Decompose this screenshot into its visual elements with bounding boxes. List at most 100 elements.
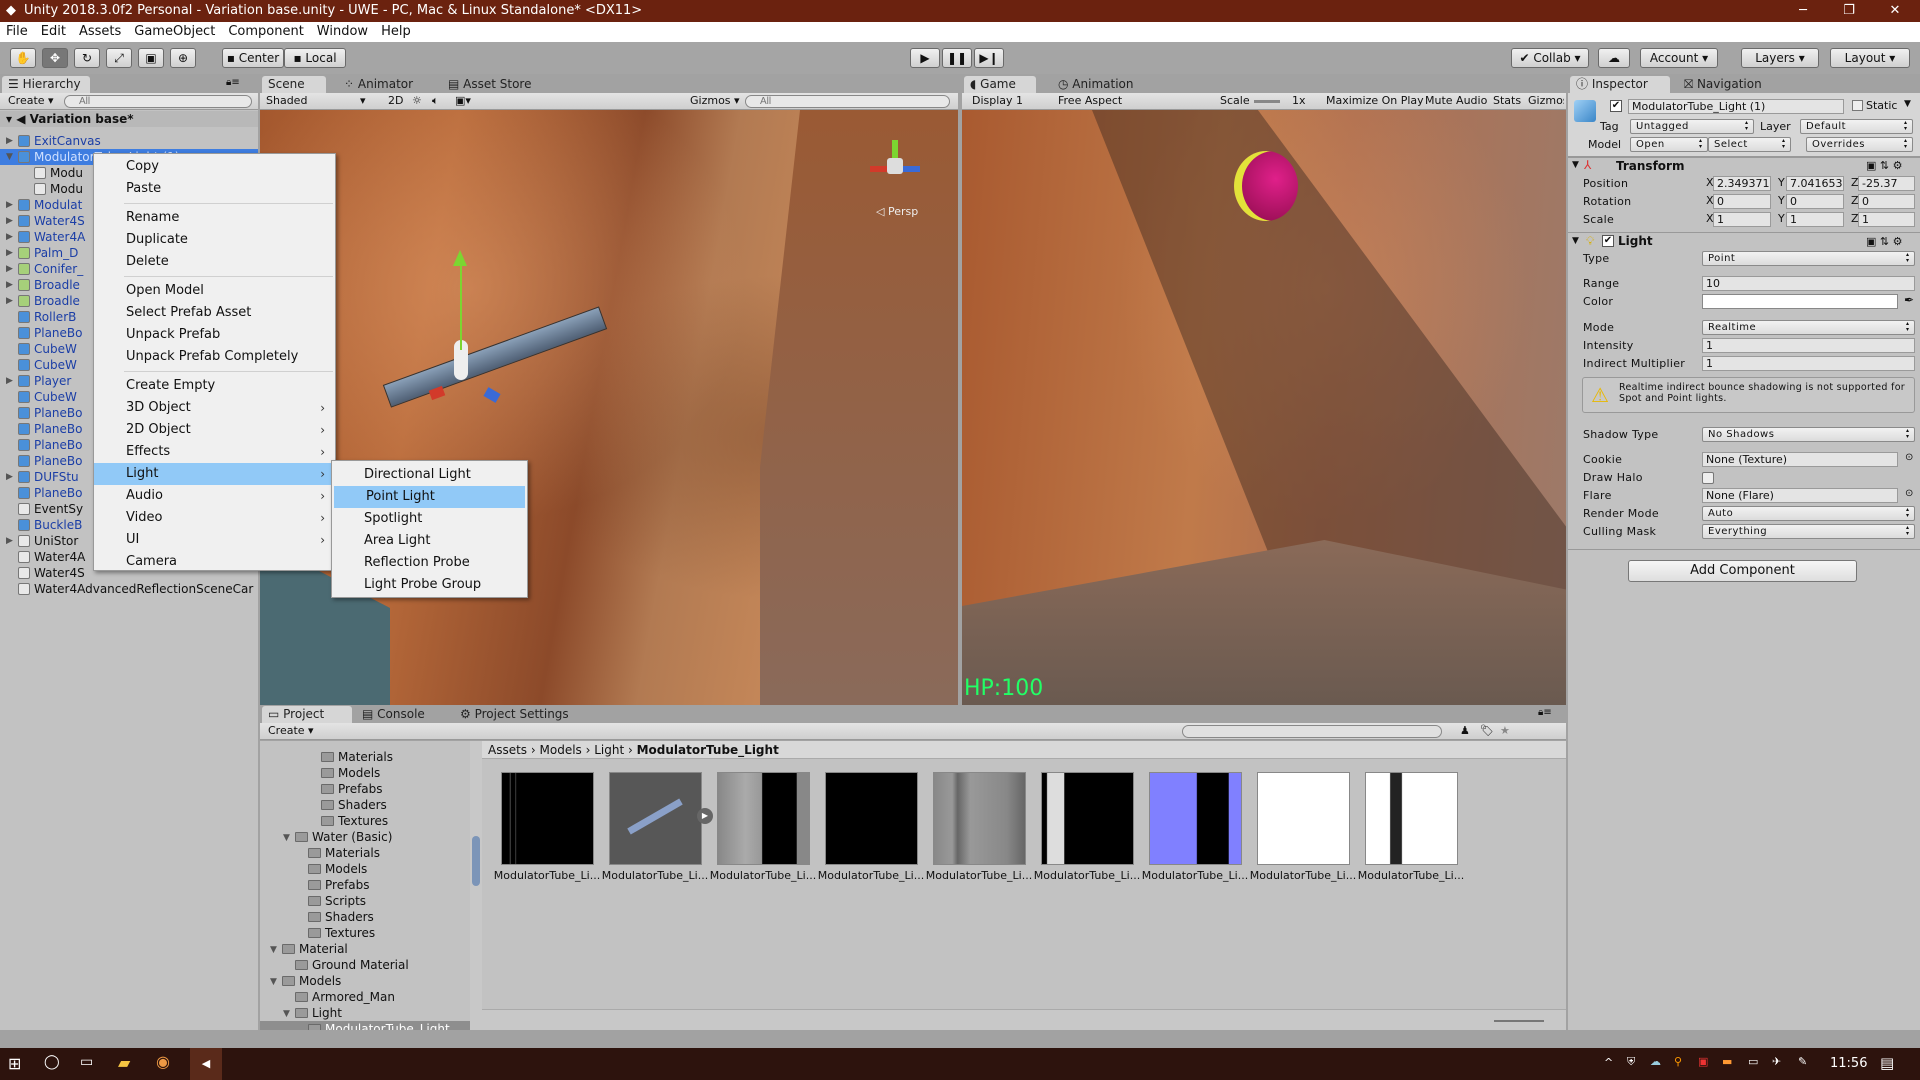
menu-window[interactable]: Window bbox=[317, 22, 368, 42]
expand-down-icon[interactable]: ▼ bbox=[283, 1006, 290, 1022]
submenu-item[interactable]: Point Light bbox=[334, 486, 525, 508]
collab-button[interactable]: ✔ Collab ▾ bbox=[1511, 48, 1589, 68]
cookie-field[interactable]: None (Texture) bbox=[1702, 452, 1898, 467]
expand-down-icon[interactable]: ▼ bbox=[270, 942, 277, 958]
context-menu-item[interactable]: Unpack Prefab Completely bbox=[94, 346, 335, 368]
gizmos-dropdown[interactable]: Gizmos ▾ bbox=[690, 93, 740, 109]
context-menu-item[interactable]: Unpack Prefab bbox=[94, 324, 335, 346]
gizmo-y-arrow-icon[interactable] bbox=[453, 250, 467, 266]
context-menu-item[interactable]: Camera bbox=[94, 551, 335, 573]
close-button[interactable]: ✕ bbox=[1872, 0, 1918, 22]
overrides-dropdown[interactable]: Overrides bbox=[1806, 137, 1913, 152]
audio-toggle-icon[interactable]: 🔈︎ bbox=[432, 93, 439, 109]
cloud-icon[interactable]: ☁ bbox=[1598, 48, 1630, 68]
asset-thumbnail[interactable] bbox=[1257, 772, 1350, 865]
context-menu-item[interactable]: Copy bbox=[94, 156, 335, 178]
folder-tree-scrollbar[interactable] bbox=[470, 741, 482, 1030]
asset-thumbnail[interactable] bbox=[933, 772, 1026, 865]
project-folder-item[interactable]: Materials bbox=[260, 749, 470, 765]
project-folder-item[interactable]: ▼ Material bbox=[260, 941, 470, 957]
favorites-icon[interactable]: ★ bbox=[1500, 723, 1510, 739]
tab-animation[interactable]: ◷ Animation bbox=[1052, 76, 1152, 93]
tab-hierarchy[interactable]: ☰ Hierarchy bbox=[2, 76, 90, 93]
project-folder-item[interactable]: Shaders bbox=[260, 909, 470, 925]
filter-by-type-icon[interactable]: ♟ bbox=[1460, 723, 1470, 739]
transform-foldout-icon[interactable]: ▼ bbox=[1572, 160, 1579, 170]
cortana-icon[interactable]: ◯ bbox=[44, 1054, 60, 1070]
scene-search-input[interactable] bbox=[745, 95, 950, 108]
windows-start-icon[interactable]: ⊞ bbox=[8, 1054, 21, 1073]
tab-console[interactable]: ▤ Console bbox=[356, 706, 446, 723]
battery-icon[interactable]: ▭ bbox=[1748, 1055, 1758, 1068]
project-folder-item[interactable]: Models bbox=[260, 861, 470, 877]
layer-dropdown[interactable]: Default bbox=[1800, 119, 1913, 134]
keyboard-tray-icon[interactable]: ▬ bbox=[1722, 1055, 1732, 1068]
project-folder-item[interactable]: Armored_Man bbox=[260, 989, 470, 1005]
expand-right-icon[interactable]: ▶ bbox=[6, 373, 13, 389]
expand-right-icon[interactable]: ▶ bbox=[6, 197, 13, 213]
tab-game[interactable]: ◖ Game bbox=[964, 76, 1036, 93]
expand-right-icon[interactable]: ▶ bbox=[6, 229, 13, 245]
project-folder-item[interactable]: Textures bbox=[260, 813, 470, 829]
scrollbar-thumb[interactable] bbox=[472, 836, 480, 886]
project-folder-item[interactable]: Scripts bbox=[260, 893, 470, 909]
shadow-type-dropdown[interactable]: No Shadows bbox=[1702, 427, 1915, 442]
scene-orientation-gizmo[interactable] bbox=[870, 140, 920, 190]
menu-edit[interactable]: Edit bbox=[41, 22, 66, 42]
context-menu-item[interactable]: Audio › bbox=[94, 485, 335, 507]
context-menu-item[interactable]: Create Empty bbox=[94, 375, 335, 397]
move-gizmo-y-axis[interactable] bbox=[460, 260, 462, 350]
object-picker-icon[interactable]: ⊙ bbox=[1905, 452, 1913, 463]
pivot-center-button[interactable]: ▪ Center bbox=[222, 48, 284, 68]
submenu-item[interactable]: Light Probe Group bbox=[332, 574, 527, 596]
intensity-field[interactable]: 1 bbox=[1702, 338, 1915, 353]
expand-down-icon[interactable]: ▼ bbox=[270, 974, 277, 990]
pen-icon[interactable]: ✎ bbox=[1798, 1055, 1807, 1068]
rotation-y-field[interactable]: 0 bbox=[1786, 194, 1844, 209]
expand-down-icon[interactable]: ▼ bbox=[283, 830, 290, 846]
tab-project[interactable]: ▭ Project bbox=[262, 706, 352, 723]
pivot-local-button[interactable]: ▪ Local bbox=[284, 48, 346, 68]
transform-settings-icons[interactable]: ▣ ⇅ ⚙ bbox=[1866, 159, 1902, 172]
select-button[interactable]: Select bbox=[1708, 137, 1791, 152]
gizmos-toggle[interactable]: Gizmos bbox=[1528, 93, 1564, 109]
transform-tool-icon[interactable]: ⊕ bbox=[170, 48, 196, 68]
expand-asset-icon[interactable]: ▶ bbox=[697, 808, 713, 824]
rect-tool-icon[interactable]: ▣ bbox=[138, 48, 164, 68]
airplane-mode-icon[interactable]: ✈ bbox=[1772, 1055, 1781, 1068]
expand-right-icon[interactable]: ▶ bbox=[6, 133, 13, 149]
lighting-toggle-icon[interactable]: ☼ bbox=[412, 93, 422, 109]
tab-animator[interactable]: ⁘ Animator bbox=[338, 76, 428, 93]
menu-help[interactable]: Help bbox=[381, 22, 411, 42]
tab-inspector[interactable]: ⓘ Inspector bbox=[1570, 76, 1670, 93]
context-menu-item[interactable]: Effects › bbox=[94, 441, 335, 463]
shading-dropdown[interactable]: Shaded bbox=[266, 93, 358, 109]
tab-project-settings[interactable]: ⚙ Project Settings bbox=[454, 706, 574, 723]
rotate-tool-icon[interactable]: ↻ bbox=[74, 48, 100, 68]
submenu-item[interactable]: Area Light bbox=[332, 530, 527, 552]
context-menu-item[interactable]: Paste bbox=[94, 178, 335, 200]
menu-assets[interactable]: Assets bbox=[79, 22, 121, 42]
search-tray-icon[interactable]: ⚲ bbox=[1674, 1055, 1682, 1068]
expand-right-icon[interactable]: ▶ bbox=[6, 245, 13, 261]
context-menu-item[interactable]: Select Prefab Asset bbox=[94, 302, 335, 324]
filter-by-label-icon[interactable]: 🏷︎ bbox=[1480, 723, 1494, 739]
game-viewport[interactable]: HP:100 bbox=[962, 110, 1566, 705]
submenu-item[interactable]: Reflection Probe bbox=[332, 552, 527, 574]
task-view-icon[interactable]: ▭ bbox=[80, 1054, 93, 1070]
pause-button[interactable]: ❚❚ bbox=[942, 48, 972, 68]
tab-navigation[interactable]: ⛝ Navigation bbox=[1678, 76, 1778, 93]
expand-right-icon[interactable]: ▶ bbox=[6, 469, 13, 485]
expand-right-icon[interactable]: ▶ bbox=[6, 293, 13, 309]
static-dropdown-icon[interactable]: ▼ bbox=[1904, 99, 1911, 109]
unity-taskbar-icon[interactable]: ◀ bbox=[190, 1048, 222, 1080]
context-menu-item[interactable]: Open Model bbox=[94, 280, 335, 302]
project-folder-item[interactable]: Textures bbox=[260, 925, 470, 941]
scale-y-field[interactable]: 1 bbox=[1786, 212, 1844, 227]
hierarchy-item[interactable]: Water4AdvancedReflectionSceneCar bbox=[0, 581, 258, 597]
layout-button[interactable]: Layout ▾ bbox=[1830, 48, 1910, 68]
project-create-button[interactable]: Create ▾ bbox=[268, 723, 314, 739]
active-checkbox[interactable]: ✔ bbox=[1610, 100, 1622, 112]
maximize-button[interactable]: ❐ bbox=[1826, 0, 1872, 22]
hierarchy-search-input[interactable] bbox=[64, 95, 252, 108]
